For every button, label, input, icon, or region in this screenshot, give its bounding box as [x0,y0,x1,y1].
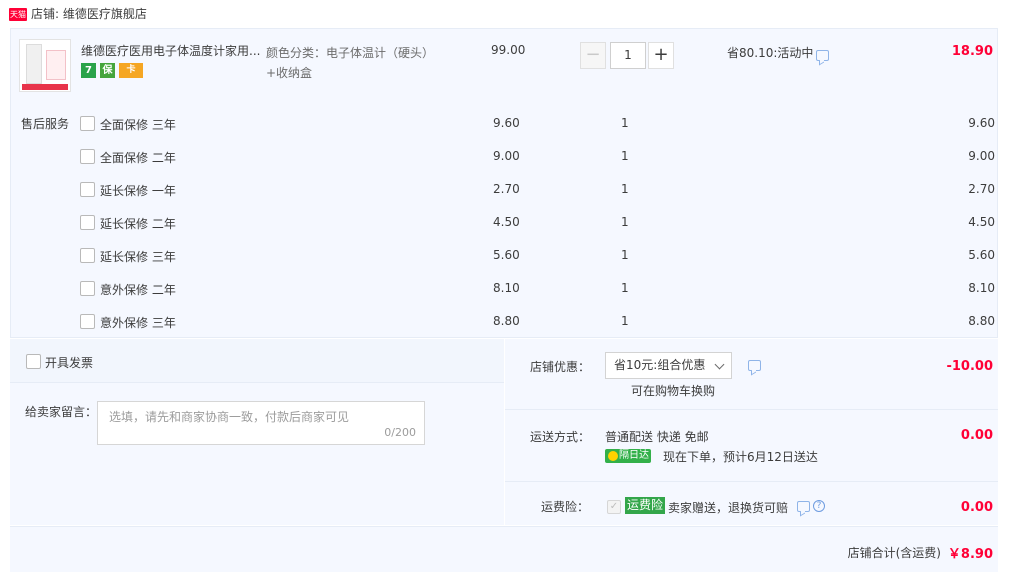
service-checkbox[interactable] [80,215,95,230]
service-total: 9.60 [968,116,995,130]
insurance-comment-icon[interactable] [797,501,810,512]
next-day-badge-label: 隔日达 [619,450,649,461]
sku-info: 颜色分类：电子体温计（硬头） +收纳盒 [266,43,434,83]
order-summary-panel: 店铺优惠： 省10元:组合优惠 可在购物车换购 -10.00 运送方式： 0.0… [505,339,998,525]
invoice-checkbox[interactable] [26,354,41,369]
discount-value: -10.00 [946,359,993,374]
discount-row: 店铺优惠： 省10元:组合优惠 可在购物车换购 -10.00 [505,339,998,410]
shipping-row: 运送方式： 0.00 [505,411,998,482]
service-checkbox[interactable] [80,182,95,197]
service-name: 全面保修 二年 [100,151,176,165]
insurance-checkbox: ✓ [607,500,621,514]
product-title[interactable]: 维德医疗医用电子体温度计家用... [81,43,261,59]
store-name-link[interactable]: 店铺: 维德医疗旗舰店 [31,6,147,22]
service-name: 延长保修 二年 [100,217,176,231]
invoice-row: 开具发票 [10,339,504,383]
quantity-input[interactable]: 1 [610,42,646,69]
insurance-text: 卖家赠送，退换货可赔 [668,501,789,515]
discount-label: 店铺优惠： [530,360,591,374]
guarantee-icon[interactable]: 保 [100,63,115,78]
service-row: 全面保修 三年 9.60 1 9.60 [0,114,1012,134]
service-name: 延长保修 三年 [100,250,176,264]
store-header: 天猫 店铺: 维德医疗旗舰店 [0,0,1012,28]
service-qty: 1 [621,182,629,196]
service-price: 2.70 [493,182,520,196]
service-total: 8.80 [968,314,995,328]
thermometer-image [26,44,42,84]
service-qty: 1 [621,215,629,229]
service-qty: 1 [621,281,629,295]
seller-message-textarea[interactable]: 选填，请先和商家协商一致，付款后商家可见 0/200 [97,401,425,445]
discount-comment-icon[interactable] [748,360,761,371]
message-placeholder: 选填，请先和商家协商一致，付款后商家可见 [109,410,350,424]
service-qty: 1 [621,314,629,328]
service-checkbox[interactable] [80,149,95,164]
service-checkbox[interactable] [80,116,95,131]
shipping-label: 运送方式： [530,430,591,444]
insurance-value: 0.00 [960,500,993,515]
service-checkbox[interactable] [80,314,95,329]
service-price: 8.10 [493,281,520,295]
service-price: 5.60 [493,248,520,262]
service-total: 8.10 [968,281,995,295]
service-row: 意外保修 三年 8.80 1 8.80 [0,312,1012,332]
invoice-label[interactable]: 开具发票 [45,354,93,371]
order-options-panel: 开具发票 给卖家留言： 选填，请先和商家协商一致，付款后商家可见 0/200 [10,339,504,525]
unit-price: 99.00 [491,43,526,57]
service-qty: 1 [621,116,629,130]
store-total-bar: 店铺合计(含运费) ￥8.90 [10,526,998,572]
chevron-down-icon [714,359,725,370]
package-image [46,50,66,80]
sku-color: 颜色分类：电子体温计（硬头） [266,46,435,60]
card-payment-icon[interactable]: 卡 [119,63,143,78]
service-checkbox[interactable] [80,248,95,263]
service-row: 延长保修 三年 5.60 1 5.60 [0,246,1012,266]
help-icon[interactable]: ? [813,500,825,512]
service-price: 8.80 [493,314,520,328]
tmall-badge-icon: 天猫 [9,8,27,21]
service-price: 9.00 [493,149,520,163]
shipping-value: 0.00 [960,428,993,443]
service-total: 5.60 [968,248,995,262]
service-qty: 1 [621,248,629,262]
message-label: 给卖家留言： [25,405,98,419]
coupon-selected-value: 省10元:组合优惠 [614,358,706,372]
service-qty: 1 [621,149,629,163]
coupon-select[interactable]: 省10元:组合优惠 [605,352,732,379]
insurance-badge: 运费险 [625,497,666,514]
service-checkbox[interactable] [80,281,95,296]
next-day-badge: 隔日达 [605,449,651,463]
service-name: 意外保修 三年 [100,316,176,330]
thumbnail-banner [22,84,68,90]
shipping-method: 普通配送 快递 免邮 [605,430,709,444]
service-name: 延长保修 一年 [100,184,176,198]
service-name: 全面保修 三年 [100,118,176,132]
service-total: 2.70 [968,182,995,196]
seven-day-return-icon[interactable]: 7 [81,63,96,78]
increase-quantity-button[interactable]: + [648,42,674,69]
service-price: 4.50 [493,215,520,229]
lightning-icon [608,451,618,461]
service-name: 意外保修 二年 [100,283,176,297]
store-total-amount: ￥8.90 [947,547,993,562]
decrease-quantity-button[interactable]: − [580,42,606,69]
service-row: 全面保修 二年 9.00 1 9.00 [0,147,1012,167]
message-char-counter: 0/200 [384,426,416,439]
service-total: 9.00 [968,149,995,163]
promo-comment-icon[interactable] [816,50,829,61]
item-subtotal: 18.90 [951,44,993,59]
promo-text: 省80.10:活动中 [727,46,814,60]
service-price: 9.60 [493,116,520,130]
service-row: 延长保修 一年 2.70 1 2.70 [0,180,1012,200]
store-total-label: 店铺合计(含运费) [847,546,941,560]
product-thumbnail[interactable] [19,39,71,92]
shipping-estimate: 现在下单，预计6月12日送达 [663,450,818,464]
service-total: 4.50 [968,215,995,229]
service-row: 延长保修 二年 4.50 1 4.50 [0,213,1012,233]
insurance-label: 运费险： [541,500,590,514]
coupon-note: 可在购物车换购 [631,384,716,398]
sku-extra: +收纳盒 [266,66,313,80]
service-row: 意外保修 二年 8.10 1 8.10 [0,279,1012,299]
